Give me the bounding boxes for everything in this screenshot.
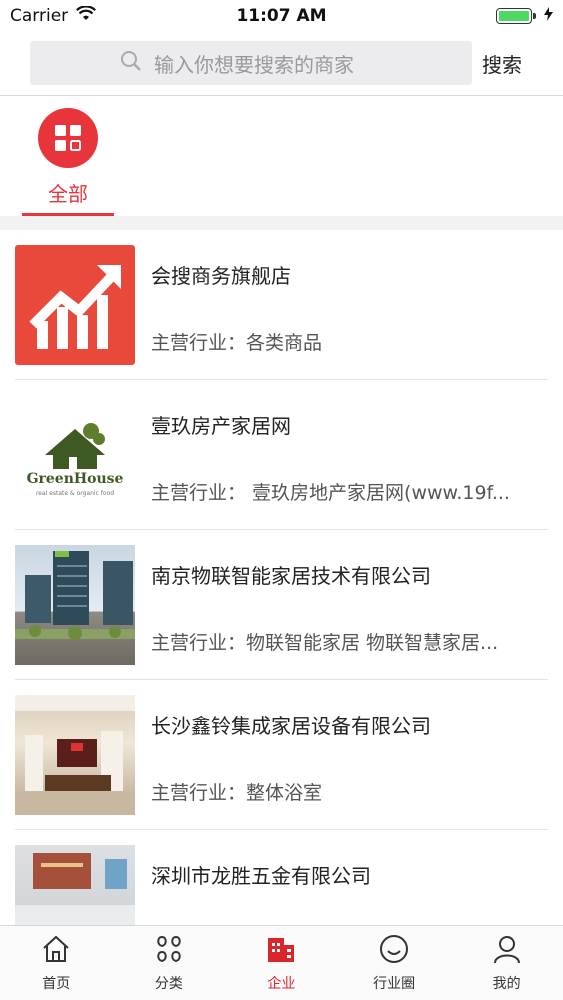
tab-category[interactable]: 分类 — [113, 926, 226, 1000]
tab-home[interactable]: 首页 — [0, 926, 113, 1000]
status-bar: Carrier 11:07 AM — [0, 0, 563, 32]
company-title: 南京物联智能家居技术有限公司 — [151, 564, 431, 588]
tab-enterprise[interactable]: 企业 — [225, 926, 338, 1000]
tab-enterprise-label: 企业 — [267, 976, 296, 992]
list-item[interactable]: GreenHouse real estate & organic food 壹玖… — [0, 380, 563, 530]
company-industry: 主营行业：整体浴室 — [151, 782, 323, 804]
tab-industry-circle[interactable]: 行业圈 — [338, 926, 451, 1000]
list-item[interactable]: 长沙鑫铃集成家居设备有限公司 主营行业：整体浴室 — [0, 680, 563, 830]
home-icon — [40, 933, 72, 969]
carrier-label: Carrier — [10, 6, 69, 26]
search-icon — [120, 50, 142, 77]
tab-industry-circle-label: 行业圈 — [373, 976, 416, 992]
greenhouse-logo: GreenHouse real estate & organic food — [15, 395, 135, 515]
logo-tagline: real estate & organic food — [35, 490, 115, 497]
tab-home-label: 首页 — [42, 976, 71, 992]
header-divider — [0, 95, 563, 96]
category-all-tab[interactable]: 全部 — [22, 108, 114, 216]
tab-mine-label: 我的 — [492, 976, 521, 992]
wifi-icon — [76, 5, 97, 26]
tab-mine[interactable]: 我的 — [450, 926, 563, 1000]
battery-icon — [496, 8, 536, 24]
company-photo-lobby — [15, 695, 135, 815]
enterprise-icon — [265, 933, 297, 969]
tab-category-label: 分类 — [154, 976, 183, 992]
company-title: 壹玖房产家居网 — [151, 414, 291, 438]
tab-bar: 首页 分类 企业 行业圈 我的 — [0, 925, 563, 1000]
user-icon — [491, 933, 523, 969]
company-list: 会搜商务旗舰店 主营行业：各类商品 GreenHouse real estate… — [0, 230, 563, 925]
section-gap — [0, 216, 563, 230]
list-item[interactable]: 深圳市龙胜五金有限公司 — [0, 830, 563, 925]
search-input[interactable]: 输入你想要搜索的商家 — [30, 41, 472, 85]
charging-icon — [544, 6, 553, 26]
company-industry: 主营行业：物联智能家居 物联智慧家居... — [151, 632, 499, 654]
list-item[interactable]: 南京物联智能家居技术有限公司 主营行业：物联智能家居 物联智慧家居... — [0, 530, 563, 680]
company-title: 深圳市龙胜五金有限公司 — [151, 864, 371, 888]
search-placeholder: 输入你想要搜索的商家 — [154, 52, 354, 77]
category-icon — [153, 933, 185, 969]
growth-chart-logo — [15, 245, 135, 365]
search-button[interactable]: 搜索 — [482, 49, 522, 78]
logo-wordmark: GreenHouse — [26, 471, 124, 487]
company-title: 会搜商务旗舰店 — [151, 264, 291, 288]
company-photo-buildings — [15, 545, 135, 665]
category-grid-icon — [38, 108, 98, 168]
company-industry: 主营行业：各类商品 — [151, 332, 323, 354]
category-label: 全部 — [48, 182, 88, 206]
list-item[interactable]: 会搜商务旗舰店 主营行业：各类商品 — [0, 230, 563, 380]
company-photo-office — [15, 845, 135, 925]
search-row: 输入你想要搜索的商家 搜索 — [0, 40, 563, 86]
company-title: 长沙鑫铃集成家居设备有限公司 — [151, 714, 431, 738]
company-industry: 主营行业： 壹玖房地产家居网(www.19f... — [151, 482, 510, 504]
circle-icon — [378, 933, 410, 969]
